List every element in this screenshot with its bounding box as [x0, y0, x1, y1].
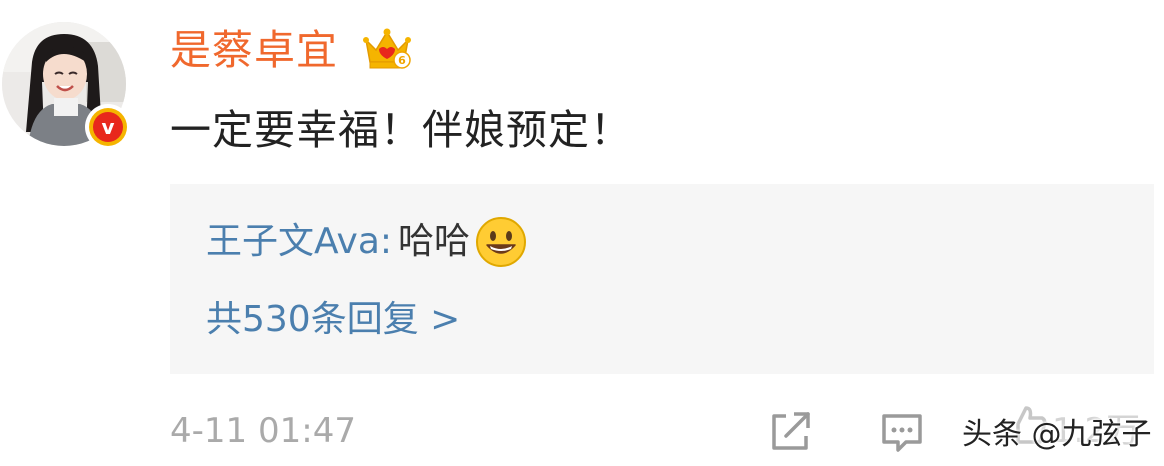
reply-separator: : — [379, 221, 393, 262]
comment-author[interactable]: 是蔡卓宜 — [170, 22, 338, 78]
smile-emoji-icon — [476, 217, 527, 267]
member-level: 6 — [398, 54, 406, 67]
share-icon[interactable] — [766, 408, 814, 456]
view-all-replies-link[interactable]: 共530条回复 > — [206, 292, 460, 348]
reply-author[interactable]: 王子文Ava — [206, 214, 380, 270]
reply-preview-box[interactable]: 王子文Ava : 哈哈 共530条回复 > — [170, 184, 1154, 374]
watermark: 头条 @九弦子 — [962, 417, 1152, 452]
comment-text: 一定要幸福！伴娘预定！ — [170, 106, 632, 154]
verified-badge-icon: v — [85, 104, 131, 150]
reply-line: 王子文Ava : 哈哈 — [206, 214, 528, 270]
crown-icon: 6 — [363, 28, 411, 69]
reply-content: 哈哈 — [398, 221, 471, 262]
comment-timestamp: 4-11 01:47 — [170, 411, 356, 451]
comment-icon[interactable] — [878, 408, 926, 456]
comment-card: v 是蔡卓宜 6 一定要幸福！伴娘预定！ 王子文Ava : 哈哈 共530条回复… — [0, 0, 1164, 466]
